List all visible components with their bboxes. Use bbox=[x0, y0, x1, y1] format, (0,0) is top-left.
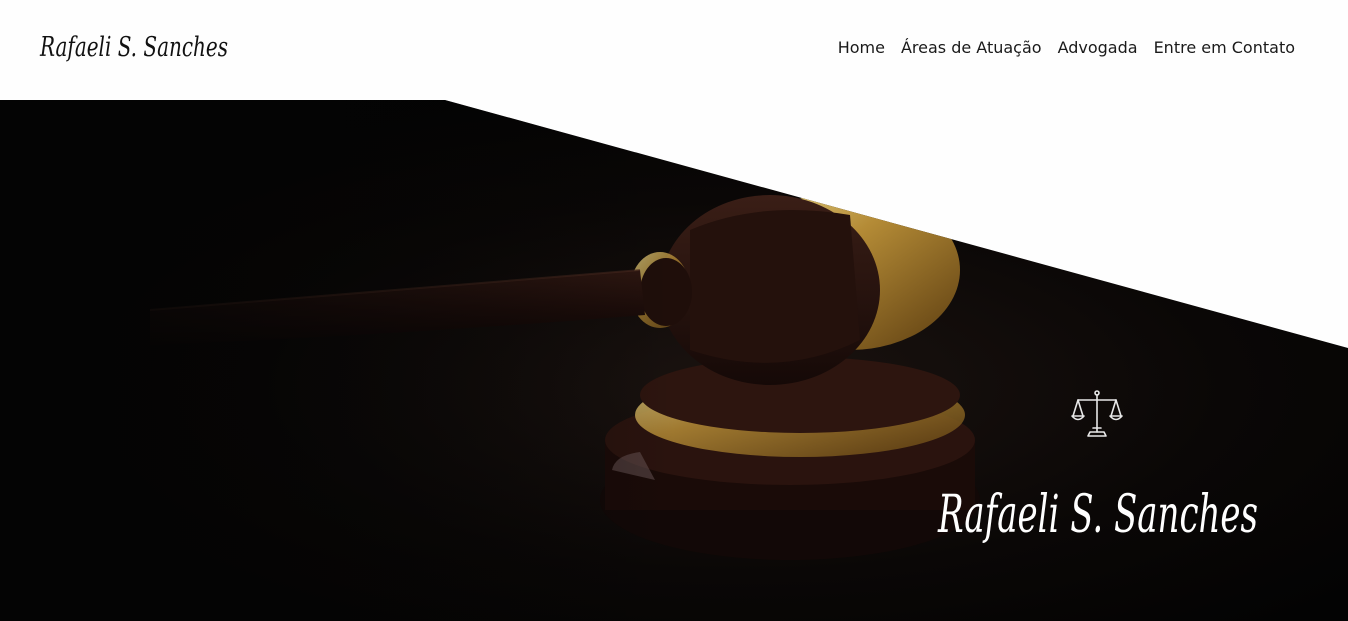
logo-text: Rafaeli S. Sanches bbox=[39, 32, 228, 63]
scales-of-justice-icon bbox=[1071, 390, 1123, 437]
hero-signature-text: Rafaeli S. Sanches bbox=[937, 485, 1258, 545]
main-nav: Home Áreas de Atuação Advogada Entre em … bbox=[838, 38, 1295, 58]
page: Rafaeli S. Sanches Rafaeli S. Sanches Ho… bbox=[0, 0, 1348, 621]
logo[interactable]: Rafaeli S. Sanches bbox=[38, 24, 238, 74]
nav-areas-de-atuacao[interactable]: Áreas de Atuação bbox=[901, 38, 1042, 58]
nav-home[interactable]: Home bbox=[838, 38, 885, 58]
nav-entre-em-contato[interactable]: Entre em Contato bbox=[1154, 38, 1295, 58]
site-header: Rafaeli S. Sanches Home Áreas de Atuação… bbox=[0, 0, 1348, 100]
nav-advogada[interactable]: Advogada bbox=[1058, 38, 1138, 58]
hero-signature: Rafaeli S. Sanches bbox=[937, 485, 1258, 545]
